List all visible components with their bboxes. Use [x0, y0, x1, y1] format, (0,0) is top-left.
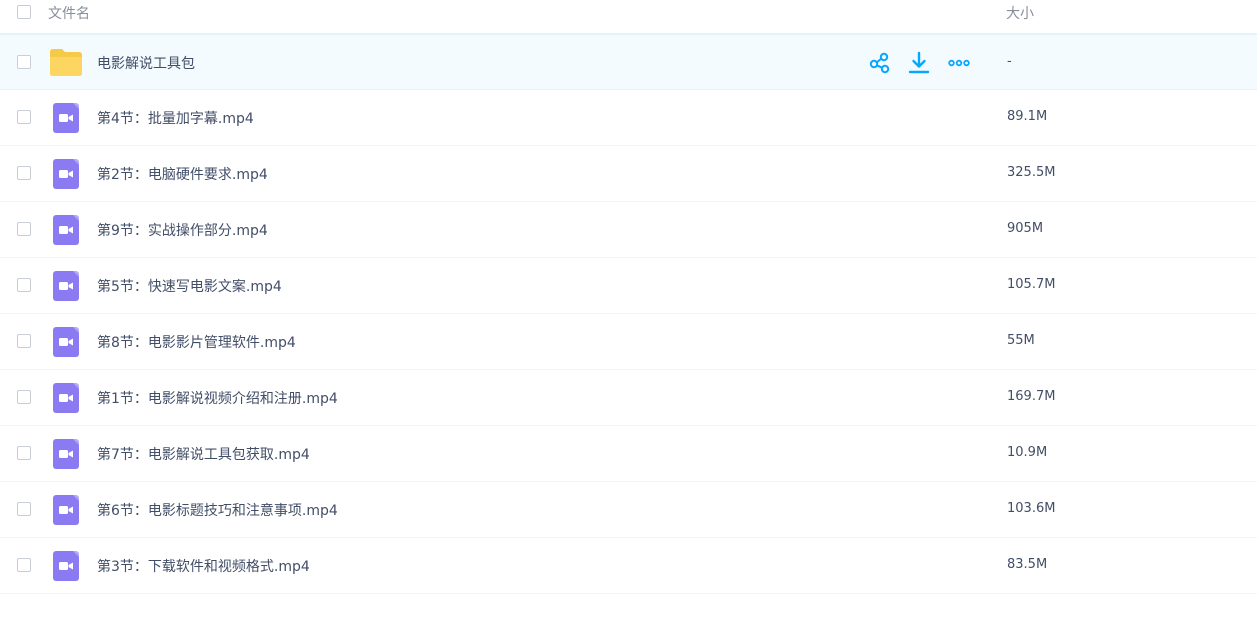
video-file-icon-body — [53, 271, 79, 301]
file-row[interactable]: 第4节：批量加字幕.mp4 89.1M — [0, 90, 1257, 146]
video-file-icon — [50, 327, 82, 357]
folder-name[interactable]: 电影解说工具包 — [97, 53, 195, 73]
video-file-icon — [50, 271, 82, 301]
share-icon[interactable] — [868, 51, 892, 75]
file-row[interactable]: 第8节：电影影片管理软件.mp4 55M — [0, 314, 1257, 370]
video-file-icon — [50, 383, 82, 413]
file-name[interactable]: 第2节：电脑硬件要求.mp4 — [97, 164, 268, 184]
file-name[interactable]: 第6节：电影标题技巧和注意事项.mp4 — [97, 500, 338, 520]
file-name[interactable]: 第7节：电影解说工具包获取.mp4 — [97, 444, 310, 464]
video-file-icon-body — [53, 327, 79, 357]
file-name[interactable]: 第3节：下载软件和视频格式.mp4 — [97, 556, 310, 576]
video-file-icon — [50, 159, 82, 189]
file-size: 169.7M — [1007, 389, 1056, 404]
select-all-checkbox[interactable] — [17, 5, 31, 19]
video-file-icon-body — [53, 103, 79, 133]
row-checkbox[interactable] — [17, 390, 31, 404]
row-checkbox[interactable] — [17, 502, 31, 516]
column-header-name[interactable]: 文件名 — [48, 3, 90, 23]
folder-icon — [50, 48, 82, 78]
row-checkbox[interactable] — [17, 110, 31, 124]
more-options-icon[interactable] — [947, 51, 971, 75]
row-checkbox[interactable] — [17, 222, 31, 236]
video-file-icon-body — [53, 495, 79, 525]
file-row[interactable]: 第7节：电影解说工具包获取.mp4 10.9M — [0, 426, 1257, 482]
file-row[interactable]: 第6节：电影标题技巧和注意事项.mp4 103.6M — [0, 482, 1257, 538]
row-checkbox[interactable] — [17, 334, 31, 348]
file-row[interactable]: 第5节：快速写电影文案.mp4 105.7M — [0, 258, 1257, 314]
video-file-icon — [50, 215, 82, 245]
video-file-icon-body — [53, 159, 79, 189]
folder-row[interactable]: 电影解说工具包 - — [0, 34, 1257, 90]
file-name[interactable]: 第9节：实战操作部分.mp4 — [97, 220, 268, 240]
video-file-icon-body — [53, 551, 79, 581]
file-name[interactable]: 第1节：电影解说视频介绍和注册.mp4 — [97, 388, 338, 408]
file-size: 55M — [1007, 333, 1035, 348]
video-file-icon-body — [53, 383, 79, 413]
file-size: 83.5M — [1007, 557, 1048, 572]
video-file-icon — [50, 551, 82, 581]
file-row[interactable]: 第9节：实战操作部分.mp4 905M — [0, 202, 1257, 258]
file-size: 325.5M — [1007, 165, 1056, 180]
list-header: 文件名 大小 — [0, 0, 1257, 34]
file-row[interactable]: 第2节：电脑硬件要求.mp4 325.5M — [0, 146, 1257, 202]
video-file-icon-body — [53, 215, 79, 245]
row-checkbox[interactable] — [17, 278, 31, 292]
row-checkbox[interactable] — [17, 166, 31, 180]
file-size: 10.9M — [1007, 445, 1048, 460]
row-checkbox[interactable] — [17, 558, 31, 572]
column-header-size[interactable]: 大小 — [1006, 3, 1034, 23]
video-file-icon — [50, 495, 82, 525]
video-file-icon — [50, 439, 82, 469]
file-size: 89.1M — [1007, 109, 1048, 124]
download-icon[interactable] — [907, 51, 931, 75]
file-list: 文件名 大小 电影解说工具包 - 第4节：批量加字幕.mp4 89.1M 第2节… — [0, 0, 1257, 634]
row-checkbox[interactable] — [17, 446, 31, 460]
file-name[interactable]: 第5节：快速写电影文案.mp4 — [97, 276, 282, 296]
row-checkbox[interactable] — [17, 55, 31, 69]
file-size: 105.7M — [1007, 277, 1056, 292]
folder-size: - — [1007, 54, 1012, 69]
file-size: 905M — [1007, 221, 1044, 236]
file-name[interactable]: 第4节：批量加字幕.mp4 — [97, 108, 254, 128]
file-size: 103.6M — [1007, 501, 1056, 516]
file-rows: 第4节：批量加字幕.mp4 89.1M 第2节：电脑硬件要求.mp4 325.5… — [0, 90, 1257, 594]
video-file-icon-body — [53, 439, 79, 469]
file-row[interactable]: 第3节：下载软件和视频格式.mp4 83.5M — [0, 538, 1257, 594]
file-row[interactable]: 第1节：电影解说视频介绍和注册.mp4 169.7M — [0, 370, 1257, 426]
video-file-icon — [50, 103, 82, 133]
file-name[interactable]: 第8节：电影影片管理软件.mp4 — [97, 332, 296, 352]
